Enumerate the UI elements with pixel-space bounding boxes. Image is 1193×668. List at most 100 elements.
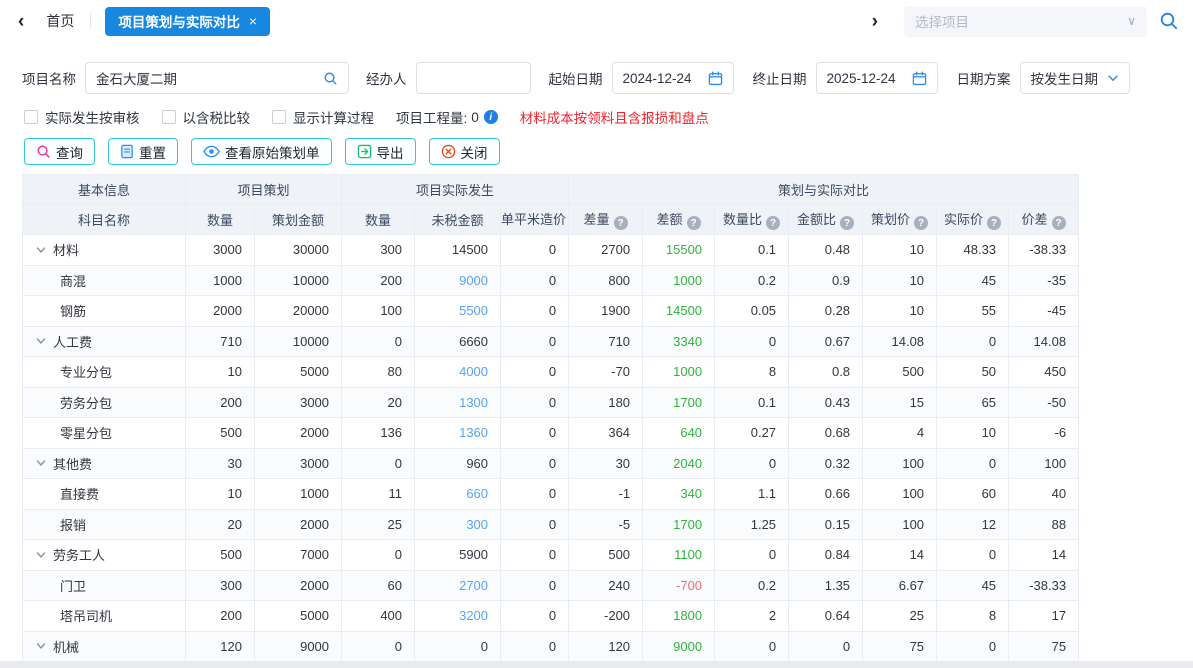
- cell-amount_actual[interactable]: 1300: [415, 387, 501, 418]
- checkbox-icon[interactable]: [162, 110, 176, 124]
- checkbox-label: 显示计算过程: [293, 107, 374, 127]
- end-date-input[interactable]: [816, 62, 938, 94]
- help-icon[interactable]: ?: [766, 216, 780, 230]
- table-row[interactable]: 劳务分包2003000201300018017000.10.431565-50: [23, 387, 1079, 418]
- info-icon[interactable]: i: [484, 110, 498, 124]
- calendar-icon[interactable]: [708, 71, 723, 86]
- cell-plan_price: 4: [863, 418, 937, 449]
- table-row[interactable]: 人工费71010000066600710334000.6714.08014.08: [23, 326, 1079, 357]
- expand-caret-icon[interactable]: [36, 641, 46, 651]
- table-row[interactable]: 劳务工人5007000059000500110000.8414014: [23, 540, 1079, 571]
- table-row[interactable]: 材料3000300003001450002700155000.10.481048…: [23, 235, 1079, 266]
- column-header-qty_ratio: 数量比?: [715, 205, 789, 235]
- cell-amount_actual[interactable]: 3200: [415, 601, 501, 632]
- close-button[interactable]: 关闭: [429, 138, 500, 165]
- forward-chevron-icon[interactable]: ›: [872, 12, 878, 31]
- checkbox-compare-with-tax[interactable]: 以含税比较: [162, 107, 251, 127]
- table-row[interactable]: 直接费101000116600-13401.10.661006040: [23, 479, 1079, 510]
- table-row[interactable]: 门卫30020006027000240-7000.21.356.6745-38.…: [23, 570, 1079, 601]
- help-icon[interactable]: ?: [1052, 216, 1066, 230]
- checkbox-icon[interactable]: [272, 110, 286, 124]
- group-header-row: 基本信息项目策划项目实际发生策划与实际对比: [23, 175, 1079, 205]
- project-name-value[interactable]: [96, 71, 317, 86]
- help-icon[interactable]: ?: [840, 216, 854, 230]
- reset-label: 重置: [139, 142, 166, 162]
- cell-amount_plan: 9000: [255, 631, 342, 662]
- table-row[interactable]: 报销202000253000-517001.250.151001288: [23, 509, 1079, 540]
- help-icon[interactable]: ?: [914, 216, 928, 230]
- checkbox-show-calculation[interactable]: 显示计算过程: [272, 107, 374, 127]
- cell-amount_diff: 9000: [643, 631, 715, 662]
- cell-amount_plan: 30000: [255, 235, 342, 266]
- tab-home[interactable]: 首页: [46, 11, 74, 31]
- date-scheme-value[interactable]: [1031, 71, 1101, 86]
- table-row[interactable]: 塔吊司机200500040032000-200180020.6425817: [23, 601, 1079, 632]
- cell-qty_diff: 2700: [569, 235, 643, 266]
- cell-amount_actual[interactable]: 300: [415, 509, 501, 540]
- search-icon[interactable]: [1159, 11, 1179, 31]
- table-row[interactable]: 钢筋200020000100550001900145000.050.281055…: [23, 296, 1079, 327]
- subject-name: 专业分包: [60, 362, 112, 381]
- end-date-value[interactable]: [827, 71, 906, 86]
- table-row[interactable]: 机械120900000012090000075075: [23, 631, 1079, 662]
- search-icon[interactable]: [323, 71, 338, 86]
- cell-actual_price: 55: [937, 296, 1009, 327]
- tab-active[interactable]: 项目策划与实际对比 ×: [105, 7, 270, 36]
- cell-amount_diff: 3340: [643, 326, 715, 357]
- table-row[interactable]: 零星分包5002000136136003646400.270.68410-6: [23, 418, 1079, 449]
- help-icon[interactable]: ?: [614, 216, 628, 230]
- reset-button[interactable]: 重置: [108, 138, 178, 165]
- cell-amount_plan: 2000: [255, 570, 342, 601]
- cell-amount_actual: 960: [415, 448, 501, 479]
- project-select[interactable]: 选择项目 ∨: [904, 6, 1147, 37]
- project-name-input[interactable]: [85, 62, 349, 94]
- group-header-cell: 项目策划: [186, 175, 342, 205]
- cell-qty_actual: 25: [342, 509, 415, 540]
- cell-qty_diff: 710: [569, 326, 643, 357]
- subject-name: 零星分包: [60, 423, 112, 442]
- cell-amount_actual[interactable]: 5500: [415, 296, 501, 327]
- cell-actual_price: 0: [937, 540, 1009, 571]
- help-icon[interactable]: ?: [987, 216, 1001, 230]
- cell-actual_price: 0: [937, 448, 1009, 479]
- help-icon[interactable]: ?: [687, 216, 701, 230]
- cell-price_diff: -38.33: [1009, 235, 1079, 266]
- checkbox-icon[interactable]: [24, 110, 38, 124]
- cell-price_per_sqm: 0: [501, 265, 569, 296]
- expand-caret-icon[interactable]: [36, 458, 46, 468]
- query-button[interactable]: 查询: [24, 138, 95, 165]
- cell-amount_plan: 3000: [255, 448, 342, 479]
- expand-caret-icon[interactable]: [36, 550, 46, 560]
- cell-amount_actual[interactable]: 1360: [415, 418, 501, 449]
- expand-caret-icon[interactable]: [36, 336, 46, 346]
- cell-amount_actual[interactable]: 9000: [415, 265, 501, 296]
- table-row[interactable]: 商混1000100002009000080010000.20.91045-35: [23, 265, 1079, 296]
- agent-value[interactable]: [427, 71, 520, 86]
- export-button[interactable]: 导出: [345, 138, 416, 165]
- cell-amount_diff: 1700: [643, 509, 715, 540]
- view-original-plan-button[interactable]: 查看原始策划单: [191, 138, 332, 165]
- cell-amount_actual[interactable]: 660: [415, 479, 501, 510]
- table-row[interactable]: 专业分包1050008040000-70100080.850050450: [23, 357, 1079, 388]
- cell-actual_price: 45: [937, 265, 1009, 296]
- calendar-icon[interactable]: [912, 71, 927, 86]
- cell-amount_actual[interactable]: 2700: [415, 570, 501, 601]
- tab-close-icon[interactable]: ×: [249, 13, 257, 29]
- subject-name: 人工费: [53, 332, 92, 351]
- start-date-input[interactable]: [612, 62, 734, 94]
- cell-qty_ratio: 8: [715, 357, 789, 388]
- cell-plan_price: 100: [863, 509, 937, 540]
- checkbox-actual-by-audit[interactable]: 实际发生按审核: [24, 107, 140, 127]
- table-row[interactable]: 其他费3030000960030204000.321000100: [23, 448, 1079, 479]
- cell-amount_plan: 5000: [255, 601, 342, 632]
- back-chevron-icon[interactable]: ‹: [18, 12, 24, 31]
- toolbar: 查询 重置 查看原始策划单 导出 关闭: [24, 138, 1193, 165]
- start-date-value[interactable]: [623, 71, 702, 86]
- cell-amount_actual[interactable]: 4000: [415, 357, 501, 388]
- horizontal-scrollbar-track[interactable]: [0, 661, 1193, 668]
- column-header-row: 科目名称数量策划金额数量未税金额单平米造价?差量?差额?数量比?金额比?策划价?…: [23, 205, 1079, 235]
- date-scheme-select[interactable]: [1020, 62, 1130, 94]
- agent-input[interactable]: [416, 62, 531, 94]
- expand-caret-icon[interactable]: [36, 245, 46, 255]
- cost-rule-notice: 材料成本按领料且含报损和盘点: [520, 107, 709, 127]
